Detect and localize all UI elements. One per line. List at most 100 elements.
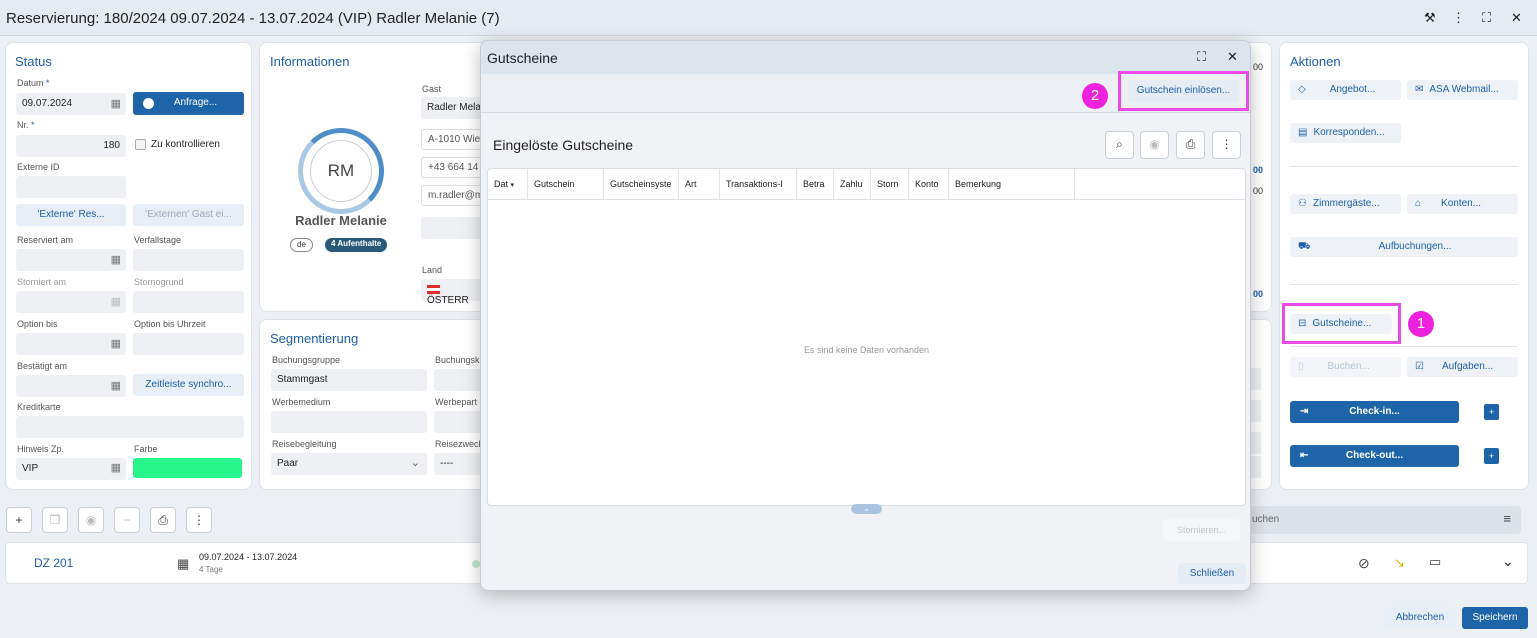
verfallstage-field[interactable]	[133, 249, 244, 271]
zeitleiste-button[interactable]: Zeitleiste synchro...	[133, 374, 244, 396]
abbrechen-button[interactable]: Abbrechen	[1385, 607, 1455, 629]
print-icon[interactable]: ⎙	[1176, 131, 1205, 159]
zu-kontrollieren-label: Zu kontrollieren	[151, 139, 220, 150]
externe-res-button[interactable]: 'Externe' Res...	[16, 204, 126, 226]
storniert-am-label: Storniert am	[17, 277, 67, 287]
copy-button[interactable]: ❐	[42, 507, 68, 533]
storniert-am-field[interactable]: ▦	[16, 291, 126, 313]
add-button[interactable]: +	[6, 507, 32, 533]
zu-kontrollieren-checkbox[interactable]	[135, 139, 146, 150]
reisebegleitung-select[interactable]: Paar ⌄	[271, 453, 427, 475]
datum-field[interactable]: 09.07.2024 ▦	[16, 93, 126, 115]
stornieren-button[interactable]: Stornieren...	[1163, 519, 1240, 541]
nr-label: Nr. *	[17, 120, 35, 130]
farbe-swatch[interactable]	[133, 458, 242, 478]
tag-icon: ◇	[1298, 84, 1306, 95]
checkin-doc-icon[interactable]: +	[1484, 404, 1499, 420]
divider	[1290, 166, 1518, 167]
mail-arrow-icon[interactable]: ↘	[1394, 555, 1405, 571]
tools-icon[interactable]: ⚒	[1424, 10, 1436, 26]
column-header[interactable]: Bemerkung	[949, 169, 1075, 199]
search-icon[interactable]: ⌕	[1105, 131, 1134, 159]
column-header[interactable]: Gutscheinsyste	[604, 169, 679, 199]
buchungsgruppe-field[interactable]: Stammgast	[271, 369, 427, 391]
bestaetigt-am-field[interactable]: ▦	[16, 375, 126, 397]
calendar-icon[interactable]: ▦	[111, 253, 121, 266]
column-header[interactable]: Storn	[871, 169, 909, 199]
search-input[interactable]: uchen ≡	[1249, 506, 1521, 534]
dialog-header: Gutscheine ⛶ ✕	[481, 41, 1250, 74]
konten-button[interactable]: ⌂ Konten...	[1407, 194, 1518, 214]
angebot-button[interactable]: ◇ Angebot...	[1290, 80, 1401, 100]
zimmergaeste-button[interactable]: ⚇ Zimmergäste...	[1290, 194, 1401, 214]
checkout-button[interactable]: ⇤ Check-out...	[1290, 445, 1459, 467]
asa-webmail-button[interactable]: ✉ ASA Webmail...	[1407, 80, 1518, 100]
partial-value: 00	[1253, 289, 1264, 299]
logout-icon: ⇤	[1300, 450, 1309, 461]
nr-field[interactable]: 180	[16, 135, 126, 157]
close-icon[interactable]: ✕	[1511, 10, 1522, 26]
partial-value: 00	[1253, 165, 1264, 175]
werbemedium-field[interactable]	[271, 411, 427, 433]
column-header[interactable]: Gutschein	[528, 169, 604, 199]
print-button[interactable]: ⎙	[150, 507, 176, 533]
column-header[interactable]: Betra	[797, 169, 834, 199]
externe-id-field[interactable]	[16, 176, 126, 198]
speichern-button[interactable]: Speichern	[1462, 607, 1528, 629]
chevron-down-icon[interactable]: ⌄	[1502, 553, 1514, 570]
more-icon[interactable]: ⋮	[1212, 131, 1241, 159]
login-icon: ⇥	[1300, 406, 1309, 417]
column-header[interactable]: Transaktions-I	[720, 169, 797, 199]
buchen-button[interactable]: ▯ Buchen...	[1290, 357, 1401, 377]
stornogrund-label: Stornogrund	[134, 277, 184, 287]
column-header[interactable]: Zahlu	[834, 169, 871, 199]
gast-label: Gast	[422, 84, 442, 94]
checkin-button[interactable]: ⇥ Check-in...	[1290, 401, 1459, 423]
expand-handle-icon[interactable]: ⌄	[851, 504, 882, 514]
column-header[interactable]: Konto	[909, 169, 949, 199]
stornogrund-field[interactable]	[133, 291, 244, 313]
reserviert-am-field[interactable]: ▦	[16, 249, 126, 271]
correspondence-icon: ▤	[1298, 127, 1308, 138]
aktionen-title: Aktionen	[1290, 54, 1341, 69]
schliessen-button[interactable]: Schließen	[1178, 563, 1246, 584]
anfrage-button[interactable]: Anfrage...	[133, 92, 244, 115]
guest-name: Radler Melanie	[295, 213, 387, 228]
bank-icon: ⌂	[1415, 198, 1422, 209]
column-header[interactable]: Dat ▾	[488, 169, 528, 199]
close-icon[interactable]: ✕	[1227, 49, 1238, 65]
buchungsgruppe-label: Buchungsgruppe	[272, 355, 341, 365]
fullscreen-icon[interactable]: ⛶	[1197, 49, 1206, 65]
window-title: Reservierung: 180/2024 09.07.2024 - 13.0…	[6, 10, 500, 27]
aufgaben-button[interactable]: ☑ Aufgaben...	[1407, 357, 1518, 377]
view-button[interactable]: ◉	[78, 507, 104, 533]
column-header[interactable]: Art	[679, 169, 720, 199]
status-title: Status	[15, 54, 52, 69]
calendar-icon[interactable]: ▦	[111, 379, 121, 392]
partial-value: 00	[1253, 62, 1264, 72]
cancel-icon[interactable]: ⊘	[1358, 555, 1370, 572]
hinweis-field[interactable]: VIP ▦	[16, 458, 126, 480]
segmentierung-title: Segmentierung	[270, 331, 359, 346]
filter-icon[interactable]: ≡	[1503, 511, 1511, 526]
calendar-icon[interactable]: ▦	[111, 337, 121, 350]
aufbuchungen-button[interactable]: ⛟ Aufbuchungen...	[1290, 237, 1518, 257]
calendar-icon[interactable]: ▦	[111, 97, 121, 110]
view-icon[interactable]: ◉	[1140, 131, 1169, 159]
partial-value: 00	[1253, 186, 1264, 196]
remove-button[interactable]: −	[114, 507, 140, 533]
fullscreen-icon[interactable]: ⛶	[1482, 10, 1491, 26]
option-bis-field[interactable]: ▦	[16, 333, 126, 355]
externen-gast-button[interactable]: 'Externen' Gast ei...	[133, 204, 244, 226]
checkout-doc-icon[interactable]: +	[1484, 448, 1499, 464]
mail-icon: ✉	[1415, 84, 1424, 95]
more-icon[interactable]: ⋮	[1452, 10, 1465, 26]
korrespondenz-button[interactable]: ▤ Korresponden...	[1290, 123, 1401, 143]
kreditkarte-field[interactable]	[16, 416, 244, 438]
option-bis-uhrzeit-label: Option bis Uhrzeit	[134, 319, 206, 329]
comment-icon[interactable]: ▭	[1429, 554, 1441, 570]
kreditkarte-label: Kreditkarte	[17, 402, 61, 412]
grid-icon[interactable]: ▦	[111, 461, 121, 474]
option-bis-uhrzeit-field[interactable]	[133, 333, 244, 355]
more-button[interactable]: ⋮	[186, 507, 212, 533]
